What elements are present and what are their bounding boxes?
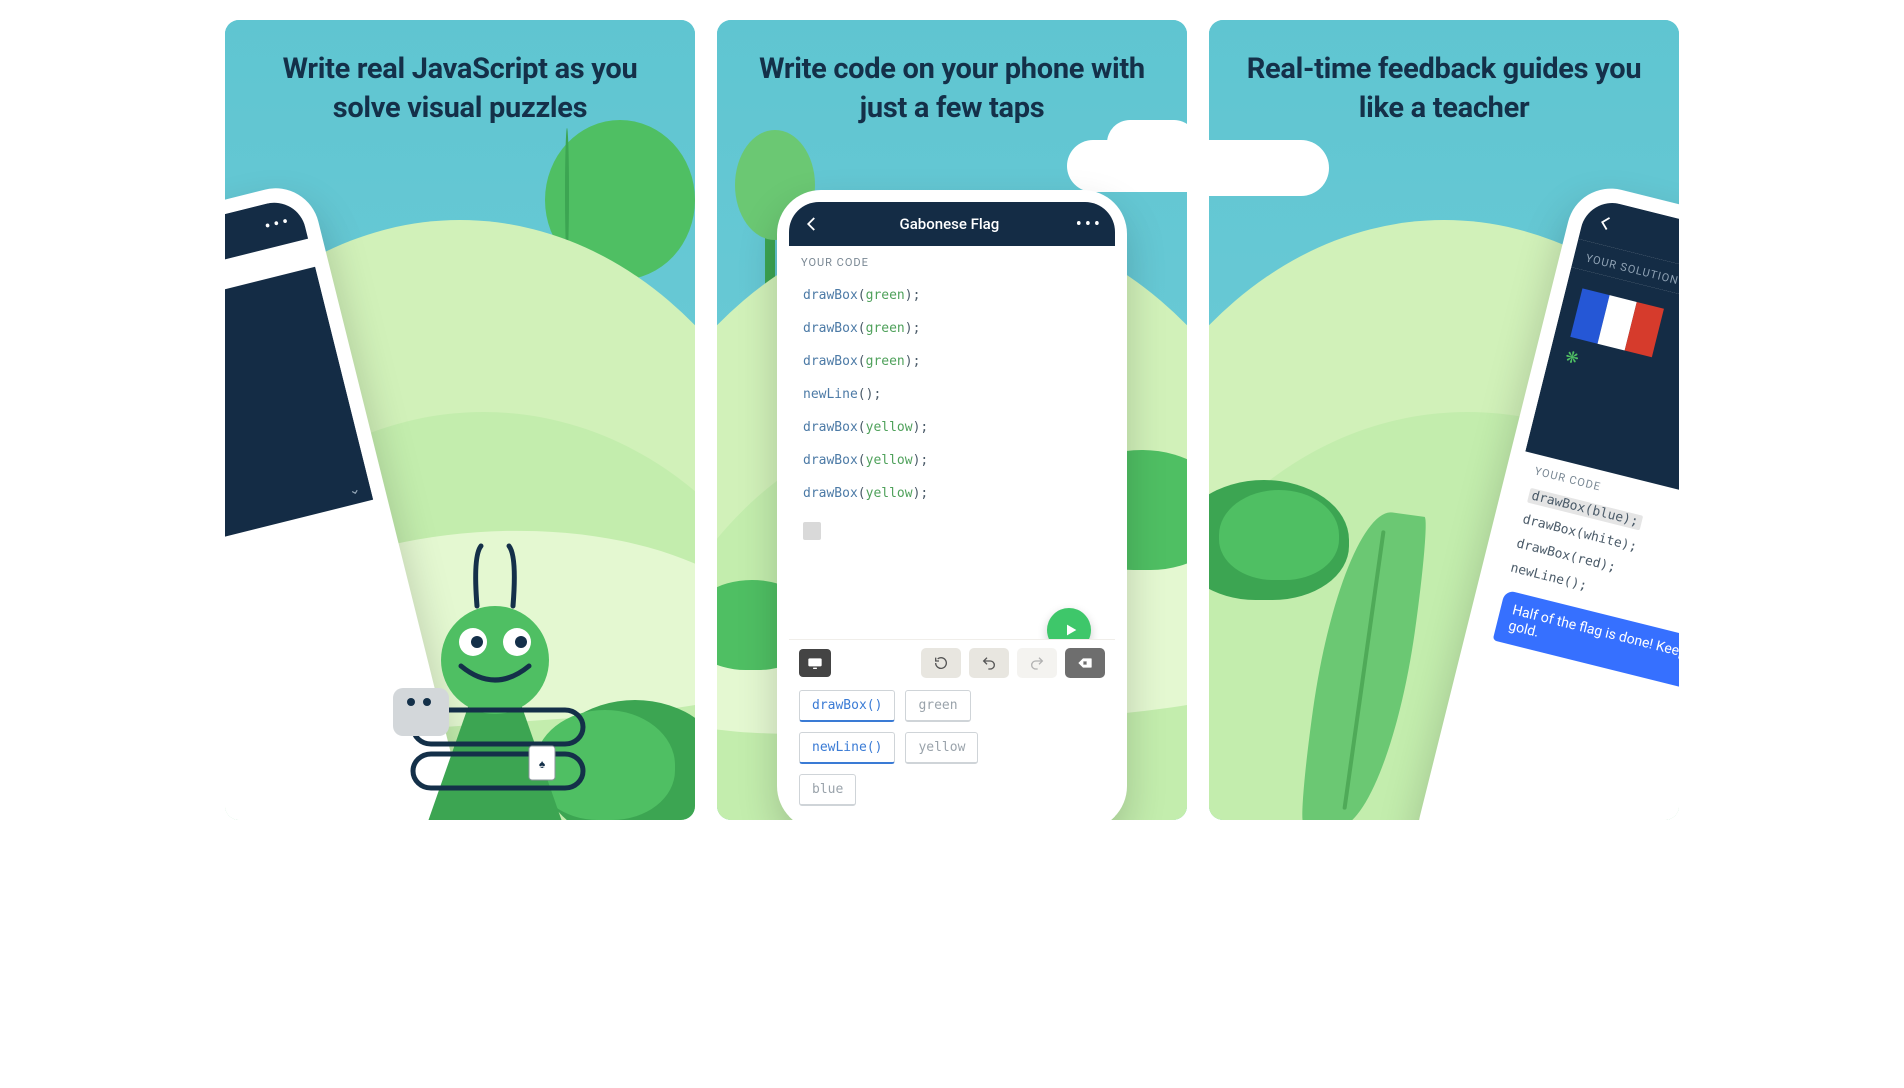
code-line[interactable]: drawBox(yellow); (789, 477, 1115, 510)
app-bar-title: Gabonese Flag (823, 215, 1076, 233)
code-chip[interactable]: newLine() (799, 732, 895, 764)
more-icon[interactable]: ••• (1076, 214, 1103, 235)
code-label: YOUR CODE (789, 246, 1115, 275)
code-line[interactable]: drawBox(yellow); (789, 411, 1115, 444)
undo-button[interactable] (969, 648, 1009, 678)
backspace-button[interactable] (1065, 648, 1105, 678)
svg-text:♠: ♠ (539, 757, 546, 771)
panel-headline: Write real JavaScript as you solve visua… (225, 20, 695, 128)
redo-button (1017, 648, 1057, 678)
promo-panel-2: Write code on your phone with just a few… (717, 20, 1187, 820)
promo-panel-1: Write real JavaScript as you solve visua… (225, 20, 695, 820)
french-flag-output (1570, 288, 1664, 357)
code-line[interactable]: drawBox(yellow); (789, 444, 1115, 477)
grasshopper-mascot: ♠ (365, 510, 625, 820)
code-chip[interactable]: blue (799, 774, 856, 806)
keyboard-toggle-icon[interactable] (799, 649, 831, 677)
more-icon[interactable]: ••• (262, 210, 294, 237)
back-icon[interactable] (801, 213, 823, 235)
grasshopper-marker-icon: ❋ (1563, 347, 1581, 369)
code-line[interactable]: newLine(); (789, 378, 1115, 411)
promo-panel-3: Real-time feedback guides you like a tea… (1209, 20, 1679, 820)
chevron-down-icon[interactable]: ⌄ (347, 481, 362, 499)
code-line[interactable]: drawBox(green); (789, 279, 1115, 312)
screenshot-gallery: Write real JavaScript as you solve visua… (223, 0, 1681, 840)
phone-mockup-2: Gabonese Flag ••• YOUR CODE drawBox(gree… (777, 190, 1127, 820)
code-line[interactable]: drawBox(green); (789, 312, 1115, 345)
code-chips: drawBox() green newLine() yellow blue (789, 686, 1115, 820)
code-chip[interactable]: yellow (905, 732, 978, 764)
code-chip[interactable]: drawBox() (799, 690, 895, 722)
panel-headline: Real-time feedback guides you like a tea… (1209, 20, 1679, 128)
code-line[interactable]: drawBox(green); (789, 345, 1115, 378)
code-editor[interactable]: drawBox(green);drawBox(green);drawBox(gr… (789, 275, 1115, 518)
code-keyboard: drawBox() green newLine() yellow blue (789, 639, 1115, 820)
code-chip[interactable]: green (905, 690, 970, 722)
reset-button[interactable] (921, 648, 961, 678)
panel-headline: Write code on your phone with just a few… (717, 20, 1187, 128)
cursor-indicator (803, 522, 821, 540)
app-bar: Gabonese Flag ••• (789, 202, 1115, 246)
